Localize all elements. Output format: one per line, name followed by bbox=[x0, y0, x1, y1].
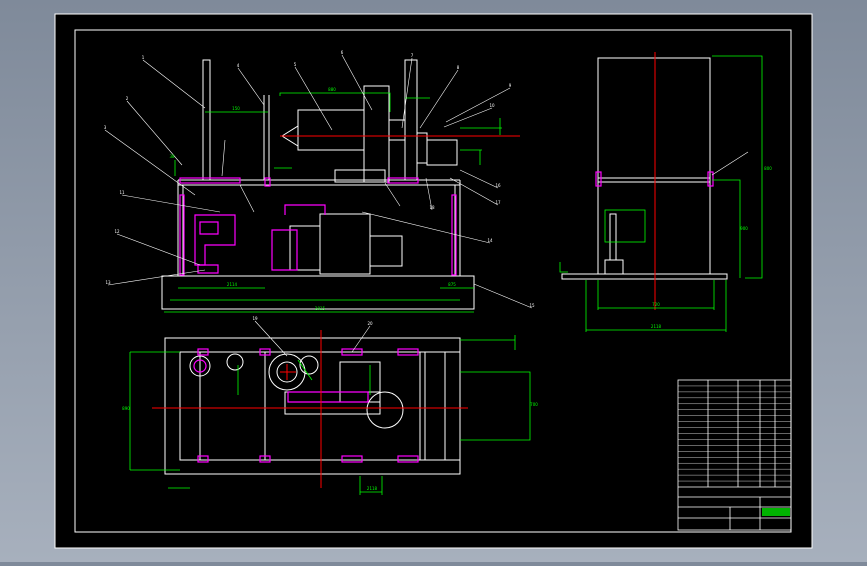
balloon-label: 3 bbox=[104, 125, 107, 130]
dimension-label: 900 bbox=[740, 226, 748, 231]
balloon-label: 4 bbox=[237, 63, 240, 68]
balloon-label: 8 bbox=[457, 65, 460, 70]
dimension-label: 2118 bbox=[651, 324, 662, 329]
title-block-highlight bbox=[762, 508, 790, 516]
balloon-label: 10 bbox=[489, 103, 495, 108]
balloon-label: 18 bbox=[429, 205, 435, 210]
dimension-label: 700 bbox=[530, 402, 538, 407]
balloon-label: 19 bbox=[252, 316, 258, 321]
balloon-label: 15 bbox=[529, 303, 535, 308]
dimension-label: 150 bbox=[232, 106, 240, 111]
dimension-label: 800 bbox=[764, 166, 772, 171]
balloon-label: 1 bbox=[142, 55, 145, 60]
balloon-label: 20 bbox=[367, 321, 373, 326]
dimension-label: 2114 bbox=[227, 282, 238, 287]
dimension-label: 38 bbox=[169, 154, 175, 159]
balloon-label: 9 bbox=[509, 83, 512, 88]
balloon-label: 13 bbox=[105, 280, 111, 285]
dimension-label: 875 bbox=[448, 282, 456, 287]
dimension-label: 2118 bbox=[367, 486, 378, 491]
dimension-label: 720 bbox=[652, 302, 660, 307]
sheet-background bbox=[54, 13, 813, 549]
dimension-label: 890 bbox=[122, 406, 130, 411]
balloon-label: 11 bbox=[119, 190, 125, 195]
cad-drawing-canvas: 1508802114 875382015800900720211889070021… bbox=[54, 13, 813, 549]
balloon-label: 2 bbox=[126, 96, 129, 101]
balloon-label: 16 bbox=[495, 183, 501, 188]
balloon-label: 7 bbox=[411, 53, 414, 58]
dimension-label: 2015 bbox=[315, 306, 326, 311]
balloon-label: 17 bbox=[495, 200, 501, 205]
balloon-label: 12 bbox=[114, 229, 120, 234]
cad-viewport: 150 880 2114 875 38 2015 800 900 720 2118 890 700 21… bbox=[0, 0, 867, 562]
balloon-label: 5 bbox=[294, 62, 297, 67]
balloon-label: 6 bbox=[341, 50, 344, 55]
dimension-label: 880 bbox=[328, 87, 336, 92]
balloon-label: 14 bbox=[487, 238, 493, 243]
